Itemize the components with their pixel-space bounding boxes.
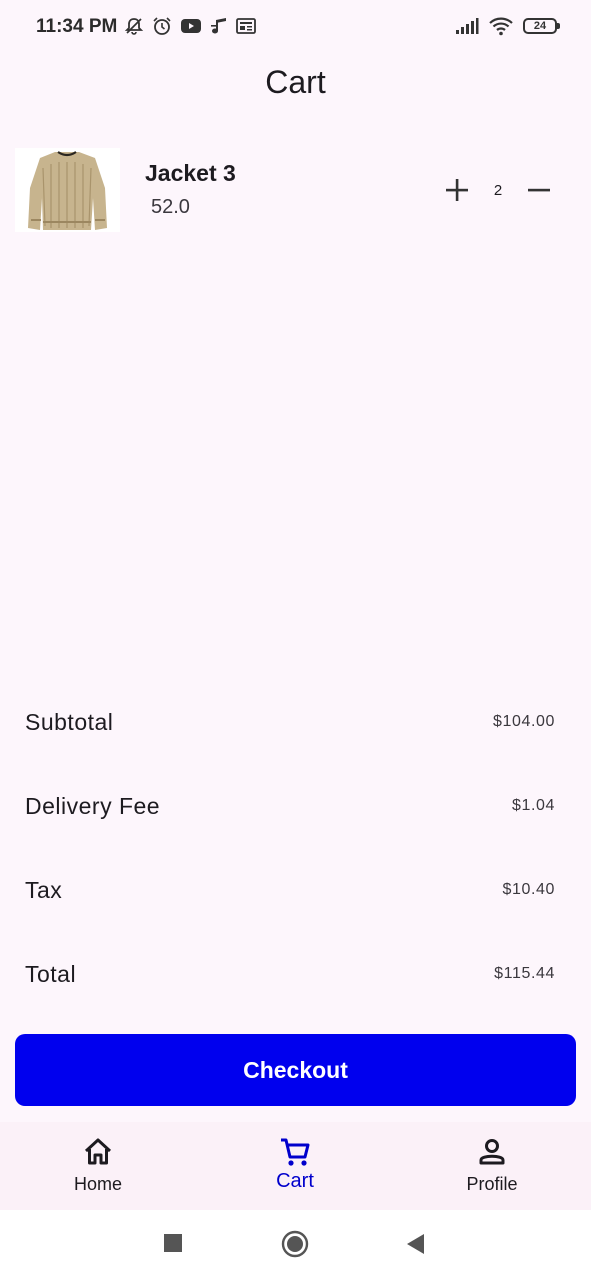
- item-price: 52.0: [151, 196, 190, 218]
- back-button[interactable]: [404, 1232, 428, 1256]
- nav-cart-label: Cart: [276, 1170, 314, 1192]
- cart-item: Jacket 3 52.0 2: [15, 148, 575, 232]
- person-icon: [479, 1139, 505, 1165]
- status-notification-icons: [124, 16, 256, 36]
- total-label: Total: [25, 961, 77, 987]
- item-image: [15, 148, 120, 232]
- total-value: $115.44: [494, 965, 555, 982]
- decrease-quantity-button[interactable]: [525, 176, 553, 204]
- summary-delivery-fee: Delivery Fee $1.04: [25, 793, 555, 823]
- alarm-icon: [153, 17, 171, 35]
- subtotal-label: Subtotal: [25, 709, 114, 735]
- summary-tax: Tax $10.40: [25, 877, 555, 907]
- nav-home[interactable]: Home: [28, 1132, 168, 1204]
- delivery-fee-value: $1.04: [511, 797, 555, 814]
- nav-cart[interactable]: Cart: [225, 1132, 365, 1204]
- nav-profile[interactable]: Profile: [422, 1132, 562, 1204]
- item-name: Jacket 3: [145, 160, 236, 186]
- item-quantity: 2: [493, 182, 503, 199]
- cart-icon: [281, 1138, 310, 1166]
- subtotal-value: $104.00: [492, 713, 555, 730]
- wifi-icon: [489, 17, 513, 36]
- home-icon: [84, 1138, 112, 1165]
- sweater-image: [15, 148, 120, 232]
- nav-profile-label: Profile: [466, 1174, 518, 1194]
- system-navigation-bar: [0, 1210, 591, 1280]
- increase-quantity-button[interactable]: [443, 176, 471, 204]
- home-system-button[interactable]: [281, 1230, 309, 1258]
- page-title: Cart: [265, 64, 326, 100]
- summary-total: Total $115.44: [25, 961, 555, 991]
- delivery-fee-label: Delivery Fee: [25, 793, 161, 819]
- youtube-icon: [181, 19, 201, 33]
- status-bar: 11:34 PM 24: [0, 0, 591, 54]
- status-time: 11:34 PM: [36, 16, 118, 37]
- signal-icon: [456, 18, 479, 34]
- news-icon: [236, 18, 256, 34]
- status-system-icons: 24: [455, 16, 560, 36]
- battery-icon: 24: [523, 18, 560, 34]
- recents-button[interactable]: [162, 1232, 184, 1254]
- tax-label: Tax: [25, 877, 63, 903]
- tax-value: $10.40: [502, 881, 555, 898]
- checkout-button[interactable]: Checkout: [15, 1034, 576, 1106]
- bottom-navigation: Home Cart Profile: [0, 1122, 591, 1210]
- music-icon: [211, 18, 226, 34]
- summary-subtotal: Subtotal $104.00: [25, 709, 555, 739]
- nav-home-label: Home: [73, 1174, 122, 1194]
- mute-icon: [124, 18, 144, 35]
